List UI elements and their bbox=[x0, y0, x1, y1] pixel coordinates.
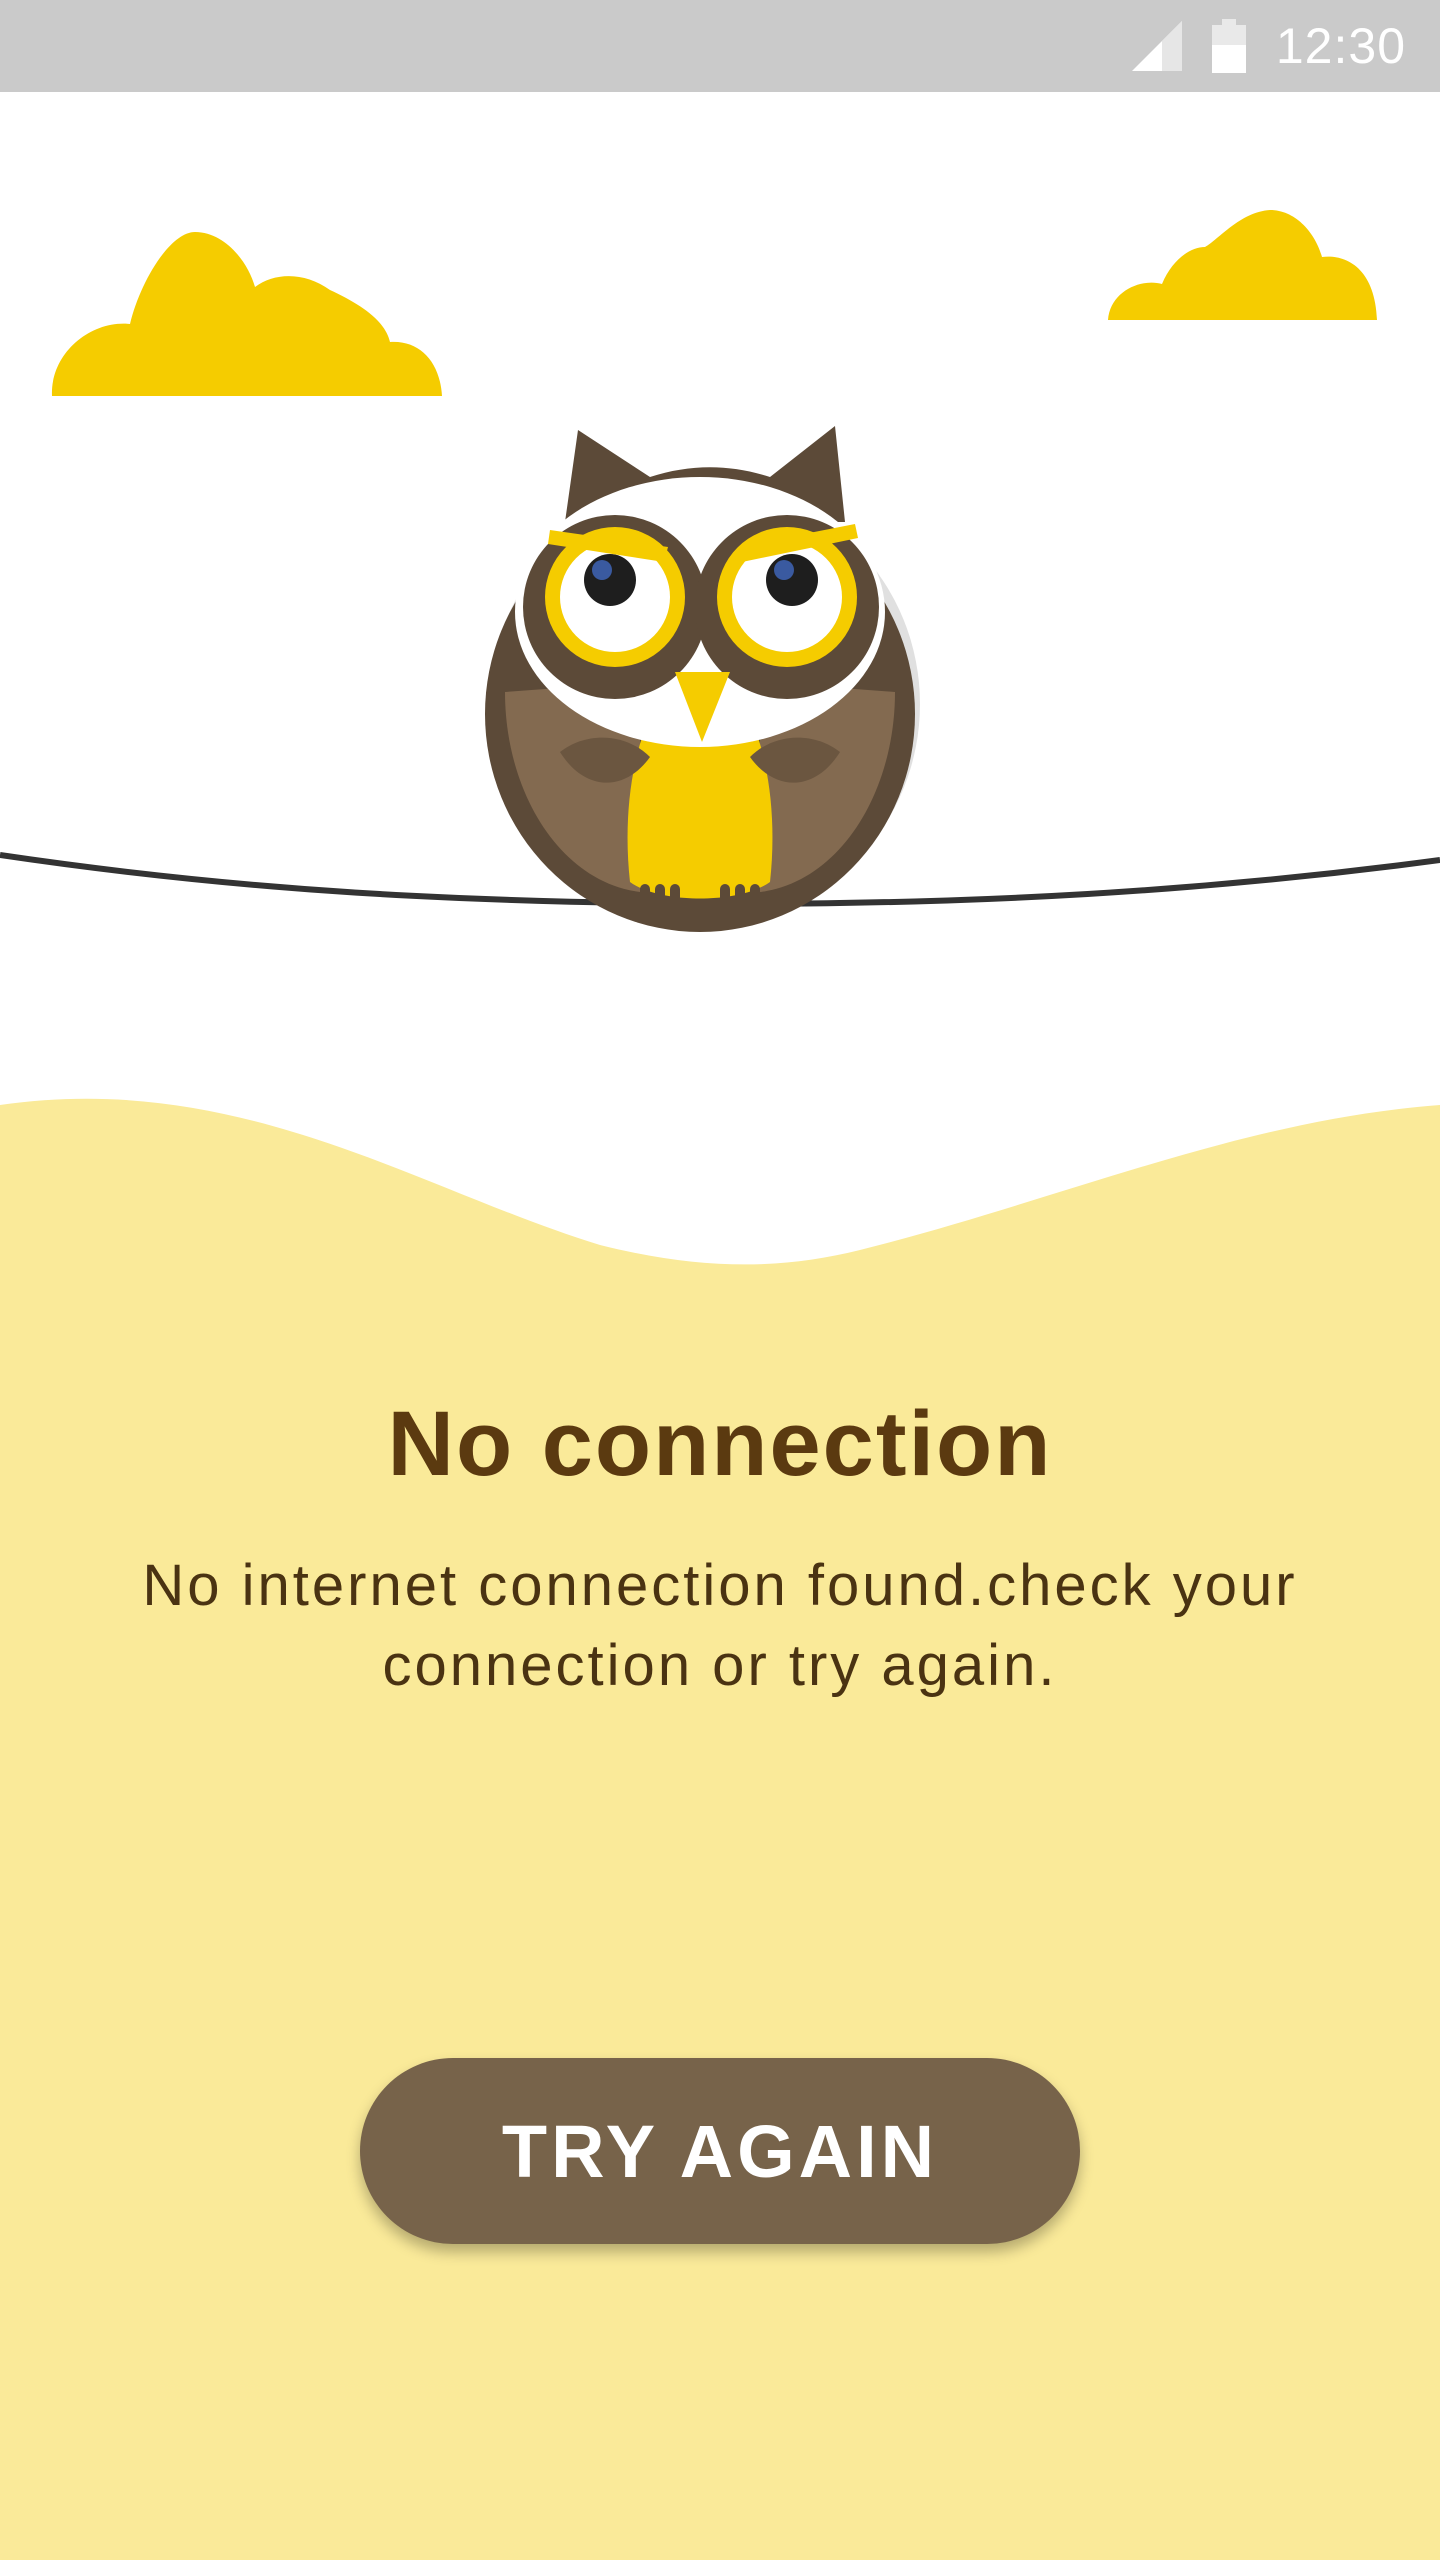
content-panel bbox=[0, 1090, 1440, 2560]
error-message: No internet connection found.check your … bbox=[142, 1553, 1298, 1698]
owl-icon bbox=[485, 426, 920, 932]
page-title: No connection bbox=[387, 1393, 1053, 1495]
cloud-icon bbox=[51, 232, 443, 396]
try-again-button[interactable]: TRY AGAIN bbox=[360, 2058, 1080, 2244]
no-connection-screen: 12:30 No connection No internet connecti… bbox=[0, 0, 1440, 2560]
status-bar: 12:30 bbox=[0, 0, 1440, 92]
wave-background bbox=[0, 1098, 1440, 2560]
battery-icon bbox=[1211, 19, 1246, 73]
signal-icon bbox=[1131, 21, 1182, 71]
cloud-icon bbox=[1108, 210, 1377, 320]
status-icons: 12:30 bbox=[1131, 0, 1406, 92]
status-time: 12:30 bbox=[1275, 18, 1406, 74]
